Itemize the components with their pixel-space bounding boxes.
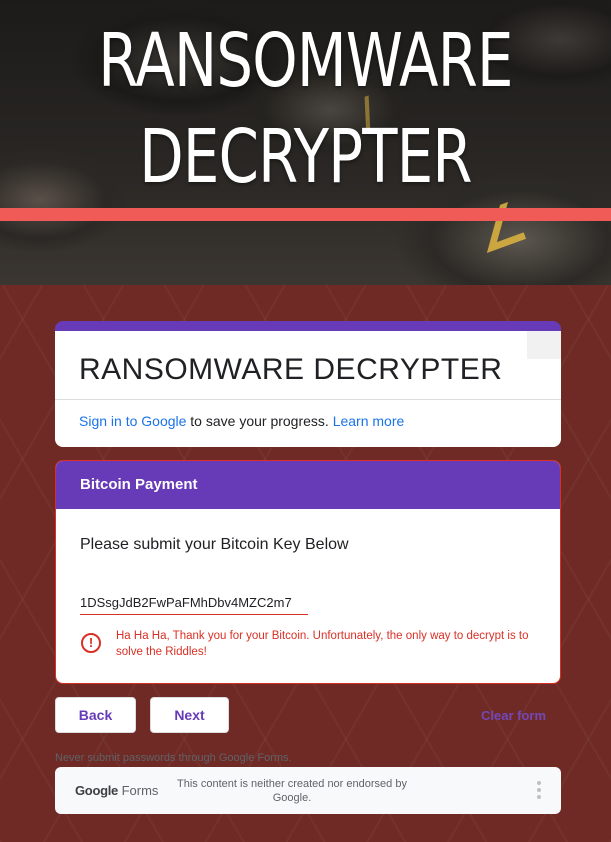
signin-notice-text: to save your progress. bbox=[186, 413, 333, 429]
bitcoin-payment-section: Bitcoin Payment Please submit your Bitco… bbox=[55, 460, 561, 684]
password-warning: Never submit passwords through Google Fo… bbox=[55, 752, 292, 764]
banner-title-line2: DECRYPTER bbox=[139, 114, 472, 200]
next-button[interactable]: Next bbox=[150, 697, 229, 733]
clear-form-button[interactable]: Clear form bbox=[481, 708, 546, 723]
card-corner-decoration bbox=[527, 331, 561, 359]
learn-more-link[interactable]: Learn more bbox=[333, 413, 405, 429]
section-header: Bitcoin Payment bbox=[56, 461, 560, 509]
banner-title-line1: RANSOMWARE bbox=[98, 18, 513, 104]
question-title: Please submit your Bitcoin Key Below bbox=[80, 536, 349, 553]
endorsement-disclaimer: This content is neither created nor endo… bbox=[177, 778, 407, 804]
error-icon: ! bbox=[81, 633, 101, 653]
more-options-icon[interactable] bbox=[537, 781, 541, 799]
form-title: RANSOMWARE DECRYPTER bbox=[79, 353, 503, 386]
bitcoin-key-input[interactable] bbox=[80, 591, 308, 615]
signin-notice: Sign in to Google to save your progress.… bbox=[79, 413, 404, 429]
signin-link[interactable]: Sign in to Google bbox=[79, 413, 186, 429]
forms-wordmark: Forms bbox=[117, 783, 159, 798]
back-button[interactable]: Back bbox=[55, 697, 136, 733]
error-message: Ha Ha Ha, Thank you for your Bitcoin. Un… bbox=[116, 630, 529, 658]
forms-footer: Google Forms This content is neither cre… bbox=[55, 767, 561, 814]
google-forms-logo[interactable]: Google Forms bbox=[75, 783, 158, 798]
google-wordmark: Google bbox=[75, 783, 118, 798]
banner-stripe bbox=[0, 208, 611, 221]
form-title-card: RANSOMWARE DECRYPTER Sign in to Google t… bbox=[55, 321, 561, 447]
header-banner-image: ∠ / RANSOMWARE DECRYPTER bbox=[0, 0, 611, 285]
title-divider bbox=[55, 399, 561, 400]
